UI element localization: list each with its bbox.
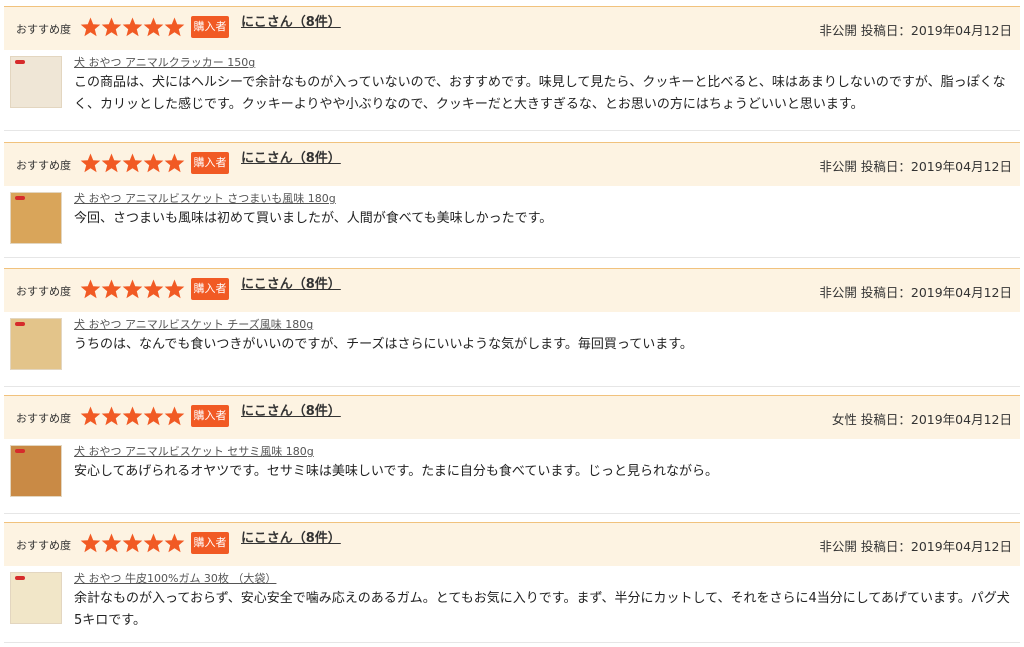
brand-logo-icon [15, 576, 25, 580]
star-icon [164, 17, 185, 37]
star-icon [143, 153, 164, 173]
star-icon [80, 17, 101, 37]
review-divider [4, 642, 1020, 643]
star-icon [80, 406, 101, 426]
star-icon [101, 406, 122, 426]
review-divider [4, 257, 1020, 258]
star-rating [80, 277, 185, 301]
review-item: おすすめ度 購入者 にこさん（8件） 非公開 投稿日：2019年04月12日 犬 … [0, 522, 1024, 647]
buyer-badge: 購入者 [191, 16, 229, 38]
product-link[interactable]: 犬 おやつ アニマルビスケット さつまいも風味 180g [74, 190, 336, 206]
star-icon [101, 533, 122, 553]
reviewer-name-link[interactable]: にこさん（8件） [241, 400, 341, 419]
star-icon [122, 17, 143, 37]
reviewer-name-link[interactable]: にこさん（8件） [241, 527, 341, 546]
review-text: この商品は、犬にはヘルシーで余計なものが入っていないので、おすすめです。味見して… [74, 75, 1006, 112]
star-icon [122, 406, 143, 426]
review-header: おすすめ度 購入者 にこさん（8件） 女性 投稿日：2019年04月12日 [4, 395, 1020, 439]
star-icon [80, 153, 101, 173]
buyer-badge: 購入者 [191, 278, 229, 300]
posted-date: 投稿日：2019年04月12日 [860, 285, 1012, 300]
product-thumbnail[interactable] [10, 572, 62, 624]
review-divider [4, 513, 1020, 514]
recommend-label: おすすめ度 [16, 412, 71, 425]
review-header: おすすめ度 購入者 にこさん（8件） 非公開 投稿日：2019年04月12日 [4, 142, 1020, 186]
review-divider [4, 386, 1020, 387]
brand-logo-icon [15, 60, 25, 64]
star-icon [164, 406, 185, 426]
review-header: おすすめ度 購入者 にこさん（8件） 非公開 投稿日：2019年04月12日 [4, 6, 1020, 50]
posted-date: 投稿日：2019年04月12日 [860, 412, 1012, 427]
brand-logo-icon [15, 196, 25, 200]
reviewer-gender: 非公開 [819, 539, 857, 554]
buyer-badge: 購入者 [191, 405, 229, 427]
star-icon [101, 153, 122, 173]
recommend-label: おすすめ度 [16, 539, 71, 552]
review-meta: 女性 投稿日：2019年04月12日 [832, 409, 1012, 428]
review-text: うちのは、なんでも食いつきがいいのですが、チーズはさらにいいような気がします。毎… [74, 337, 693, 352]
product-thumbnail[interactable] [10, 56, 62, 108]
star-icon [101, 17, 122, 37]
product-link[interactable]: 犬 おやつ アニマルビスケット セサミ風味 180g [74, 443, 314, 459]
star-icon [122, 533, 143, 553]
review-divider [4, 130, 1020, 131]
posted-date: 投稿日：2019年04月12日 [860, 23, 1012, 38]
posted-date: 投稿日：2019年04月12日 [860, 159, 1012, 174]
reviewer-gender: 非公開 [819, 159, 857, 174]
review-text: 余計なものが入っておらず、安心安全で噛み応えのあるガム。とてもお気に入りです。ま… [74, 591, 1010, 628]
reviewer-gender: 女性 [831, 412, 857, 427]
review-item: おすすめ度 購入者 にこさん（8件） 非公開 投稿日：2019年04月12日 犬 … [0, 268, 1024, 393]
product-link[interactable]: 犬 おやつ アニマルクラッカー 150g [74, 54, 255, 70]
posted-date: 投稿日：2019年04月12日 [860, 539, 1012, 554]
review-item: おすすめ度 購入者 にこさん（8件） 女性 投稿日：2019年04月12日 犬 お… [0, 395, 1024, 520]
brand-logo-icon [15, 449, 25, 453]
star-icon [164, 153, 185, 173]
product-link[interactable]: 犬 おやつ アニマルビスケット チーズ風味 180g [74, 316, 313, 332]
star-icon [122, 279, 143, 299]
star-icon [122, 153, 143, 173]
star-icon [143, 533, 164, 553]
reviewer-name-link[interactable]: にこさん（8件） [241, 147, 341, 166]
star-icon [164, 279, 185, 299]
product-thumbnail[interactable] [10, 318, 62, 370]
product-thumbnail[interactable] [10, 445, 62, 497]
recommend-label: おすすめ度 [16, 23, 71, 36]
recommend-label: おすすめ度 [16, 285, 71, 298]
product-thumbnail[interactable] [10, 192, 62, 244]
review-header: おすすめ度 購入者 にこさん（8件） 非公開 投稿日：2019年04月12日 [4, 268, 1020, 312]
reviewer-name-link[interactable]: にこさん（8件） [241, 11, 341, 30]
reviewer-gender: 非公開 [819, 23, 857, 38]
reviewer-name-link[interactable]: にこさん（8件） [241, 273, 341, 292]
product-link[interactable]: 犬 おやつ 牛皮100%ガム 30枚 （大袋） [74, 570, 276, 586]
review-meta: 非公開 投稿日：2019年04月12日 [819, 282, 1012, 301]
star-rating [80, 404, 185, 428]
star-rating [80, 531, 185, 555]
review-text: 安心してあげられるオヤツです。セサミ味は美味しいです。たまに自分も食べています。… [74, 464, 719, 479]
star-rating [80, 151, 185, 175]
review-header: おすすめ度 購入者 にこさん（8件） 非公開 投稿日：2019年04月12日 [4, 522, 1020, 566]
buyer-badge: 購入者 [191, 532, 229, 554]
star-rating [80, 15, 185, 39]
review-item: おすすめ度 購入者 にこさん（8件） 非公開 投稿日：2019年04月12日 犬 … [0, 6, 1024, 131]
review-meta: 非公開 投稿日：2019年04月12日 [819, 536, 1012, 555]
review-meta: 非公開 投稿日：2019年04月12日 [819, 156, 1012, 175]
buyer-badge: 購入者 [191, 152, 229, 174]
brand-logo-icon [15, 322, 25, 326]
review-text: 今回、さつまいも風味は初めて買いましたが、人間が食べても美味しかったです。 [74, 211, 553, 226]
star-icon [101, 279, 122, 299]
star-icon [164, 533, 185, 553]
star-icon [143, 17, 164, 37]
star-icon [80, 533, 101, 553]
star-icon [143, 406, 164, 426]
star-icon [143, 279, 164, 299]
reviewer-gender: 非公開 [819, 285, 857, 300]
recommend-label: おすすめ度 [16, 159, 71, 172]
review-item: おすすめ度 購入者 にこさん（8件） 非公開 投稿日：2019年04月12日 犬 … [0, 142, 1024, 267]
star-icon [80, 279, 101, 299]
review-meta: 非公開 投稿日：2019年04月12日 [819, 20, 1012, 39]
